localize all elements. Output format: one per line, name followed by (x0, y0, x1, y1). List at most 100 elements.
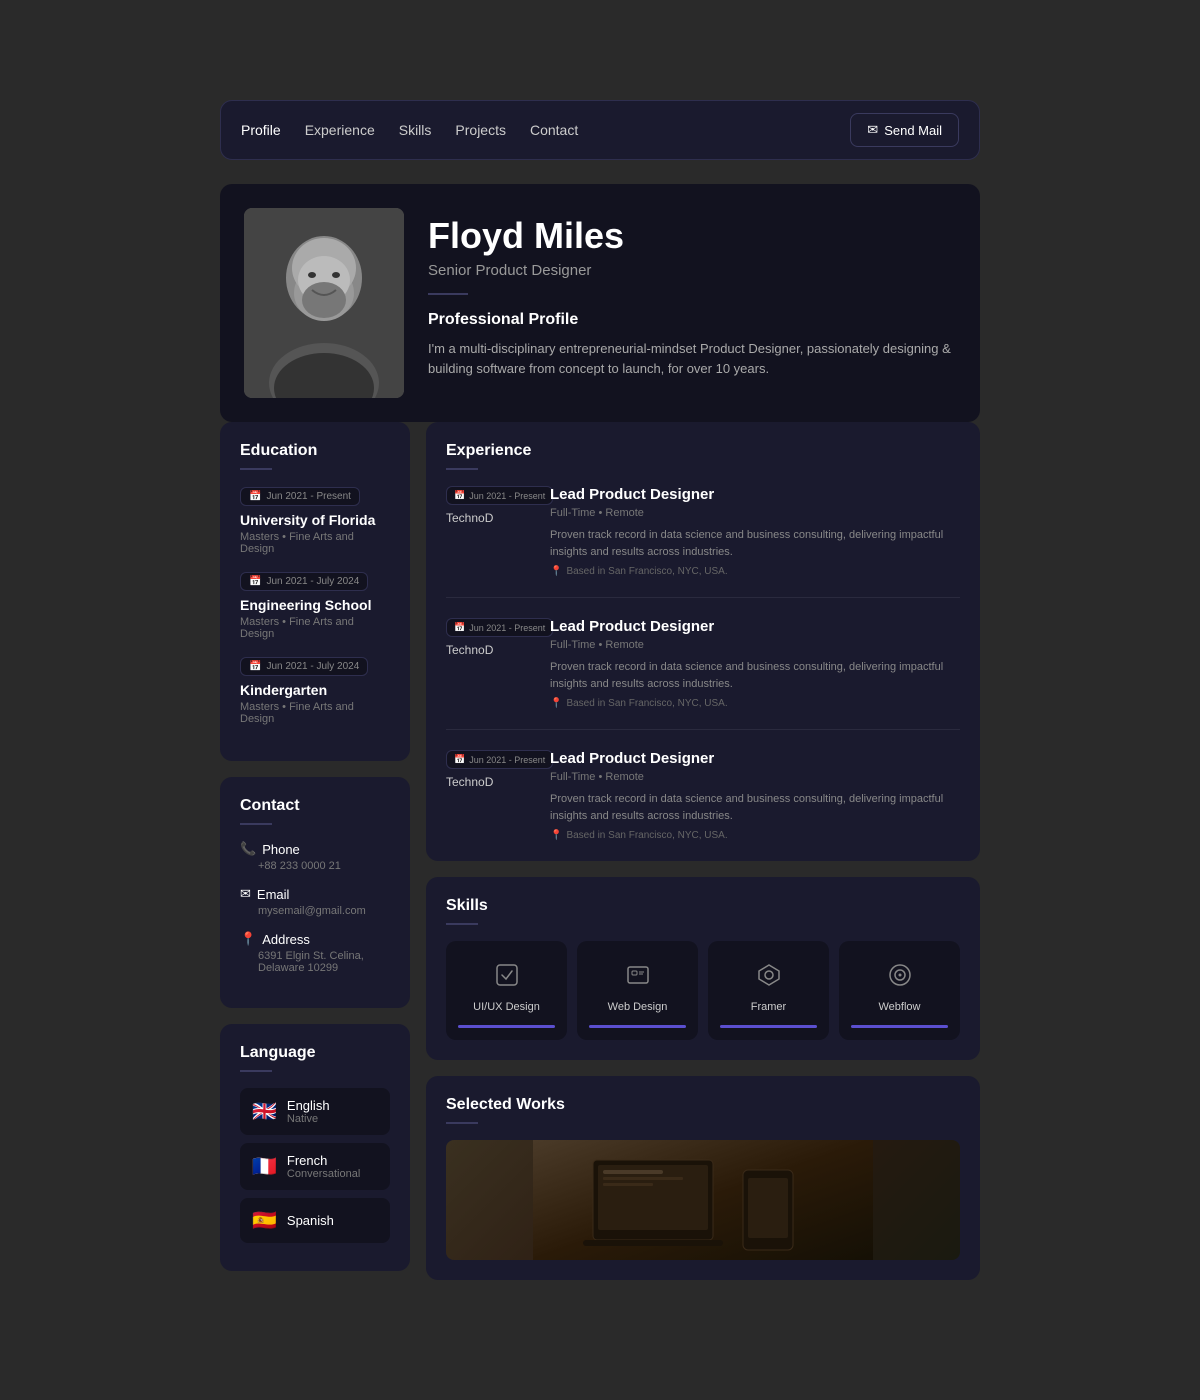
education-card: Education 📅 Jun 2021 - Present Universit… (220, 422, 410, 761)
right-column: Experience 📅 Jun 2021 - Present TechnoD … (426, 422, 980, 1280)
navbar: Profile Experience Skills Projects Conta… (220, 100, 980, 160)
edu-item-2: 📅 Jun 2021 - July 2024 Kindergarten Mast… (240, 656, 390, 725)
profile-photo (244, 208, 404, 398)
lang-info-1: French Conversational (287, 1153, 360, 1180)
skill-icon-1 (620, 957, 656, 993)
skill-bar-2 (720, 1025, 817, 1028)
contact-card: Contact 📞 Phone +88 233 0000 21 ✉ Email … (220, 777, 410, 1008)
contact-email: ✉ Email mysemail@gmail.com (240, 886, 390, 917)
exp-item-0: 📅 Jun 2021 - Present TechnoD Lead Produc… (446, 486, 960, 598)
exp-company-1: TechnoD (446, 643, 493, 657)
experience-title: Experience (446, 442, 960, 460)
exp-role-2: Lead Product Designer (550, 750, 960, 767)
lang-name-1: French (287, 1153, 360, 1168)
selected-works-card: Selected Works (426, 1076, 980, 1280)
skill-name-2: Framer (751, 1001, 786, 1013)
exp-company-2: TechnoD (446, 775, 493, 789)
profile-name: Floyd Miles (428, 216, 956, 256)
loc-icon-2: 📍 (550, 830, 562, 841)
exp-role-0: Lead Product Designer (550, 486, 960, 503)
phone-icon: 📞 (240, 841, 256, 857)
exp-type-2: Full-Time • Remote (550, 771, 960, 783)
skills-title: Skills (446, 897, 960, 915)
skill-bar-1 (589, 1025, 686, 1028)
exp-date-2: 📅 Jun 2021 - Present (446, 750, 553, 769)
exp-right-1: Lead Product Designer Full-Time • Remote… (550, 618, 960, 709)
calendar-icon-2: 📅 (249, 661, 261, 672)
lang-item-0: 🇬🇧 English Native (240, 1088, 390, 1135)
address-value: 6391 Elgin St. Celina, Delaware 10299 (240, 950, 390, 974)
contact-phone: 📞 Phone +88 233 0000 21 (240, 841, 390, 872)
lang-info-2: Spanish (287, 1213, 334, 1228)
nav-skills[interactable]: Skills (399, 122, 432, 138)
exp-desc-0: Proven track record in data science and … (550, 527, 960, 560)
nav-links: Profile Experience Skills Projects Conta… (241, 122, 578, 138)
exp-company-0: TechnoD (446, 511, 493, 525)
profile-header: Floyd Miles Senior Product Designer Prof… (220, 184, 980, 422)
exp-item-1: 📅 Jun 2021 - Present TechnoD Lead Produc… (446, 618, 960, 730)
lang-item-2: 🇪🇸 Spanish (240, 1198, 390, 1243)
exp-desc-2: Proven track record in data science and … (550, 791, 960, 824)
send-mail-button[interactable]: ✉ Send Mail (850, 113, 959, 147)
edu-date-0: 📅 Jun 2021 - Present (240, 487, 360, 506)
skill-name-3: Webflow (879, 1001, 921, 1013)
skill-icon-3 (882, 957, 918, 993)
language-card: Language 🇬🇧 English Native 🇫🇷 French Con… (220, 1024, 410, 1271)
exp-location-1: 📍 Based in San Francisco, NYC, USA. (550, 698, 960, 709)
lang-info-0: English Native (287, 1098, 330, 1125)
experience-card: Experience 📅 Jun 2021 - Present TechnoD … (426, 422, 980, 861)
education-title: Education (240, 442, 390, 460)
nav-projects[interactable]: Projects (455, 122, 506, 138)
skill-bar-3 (851, 1025, 948, 1028)
mail-icon: ✉ (867, 122, 878, 138)
lang-flag-0: 🇬🇧 (252, 1099, 277, 1124)
skill-item-2: Framer (708, 941, 829, 1040)
lang-level-1: Conversational (287, 1168, 360, 1180)
profile-divider (428, 293, 468, 295)
left-column: Education 📅 Jun 2021 - Present Universit… (220, 422, 410, 1271)
skill-item-3: Webflow (839, 941, 960, 1040)
exp-type-0: Full-Time • Remote (550, 507, 960, 519)
contact-divider (240, 823, 272, 825)
exp-location-2: 📍 Based in San Francisco, NYC, USA. (550, 830, 960, 841)
profile-info: Floyd Miles Senior Product Designer Prof… (428, 208, 956, 380)
exp-desc-1: Proven track record in data science and … (550, 659, 960, 692)
address-label: 📍 Address (240, 931, 390, 947)
exp-date-0: 📅 Jun 2021 - Present (446, 486, 553, 505)
exp-date-1: 📅 Jun 2021 - Present (446, 618, 553, 637)
edu-date-1: 📅 Jun 2021 - July 2024 (240, 572, 368, 591)
exp-item-2: 📅 Jun 2021 - Present TechnoD Lead Produc… (446, 750, 960, 841)
lang-item-1: 🇫🇷 French Conversational (240, 1143, 390, 1190)
skill-icon-0 (489, 957, 525, 993)
edu-school-1: Engineering School (240, 597, 390, 613)
cal-icon-1: 📅 (454, 622, 465, 633)
calendar-icon-1: 📅 (249, 576, 261, 587)
contact-address: 📍 Address 6391 Elgin St. Celina, Delawar… (240, 931, 390, 974)
main-layout: Education 📅 Jun 2021 - Present Universit… (220, 422, 980, 1280)
edu-degree-0: Masters • Fine Arts and Design (240, 531, 390, 555)
phone-value: +88 233 0000 21 (240, 860, 390, 872)
calendar-icon-0: 📅 (249, 491, 261, 502)
exp-left-0: 📅 Jun 2021 - Present TechnoD (446, 486, 536, 577)
email-label: ✉ Email (240, 886, 390, 902)
location-icon: 📍 (240, 931, 256, 947)
email-value: mysemail@gmail.com (240, 905, 390, 917)
exp-type-1: Full-Time • Remote (550, 639, 960, 651)
nav-experience[interactable]: Experience (305, 122, 375, 138)
nav-contact[interactable]: Contact (530, 122, 578, 138)
nav-profile[interactable]: Profile (241, 122, 281, 138)
language-title: Language (240, 1044, 390, 1062)
profile-bio: I'm a multi-disciplinary entrepreneurial… (428, 339, 956, 381)
cal-icon-2: 📅 (454, 754, 465, 765)
lang-flag-2: 🇪🇸 (252, 1208, 277, 1233)
exp-right-2: Lead Product Designer Full-Time • Remote… (550, 750, 960, 841)
exp-role-1: Lead Product Designer (550, 618, 960, 635)
contact-title: Contact (240, 797, 390, 815)
edu-school-0: University of Florida (240, 512, 390, 528)
edu-item-1: 📅 Jun 2021 - July 2024 Engineering Schoo… (240, 571, 390, 640)
selected-works-divider (446, 1122, 478, 1124)
edu-degree-2: Masters • Fine Arts and Design (240, 701, 390, 725)
skill-icon-2 (751, 957, 787, 993)
edu-school-2: Kindergarten (240, 682, 390, 698)
skills-grid: UI/UX Design Web Design (446, 941, 960, 1040)
